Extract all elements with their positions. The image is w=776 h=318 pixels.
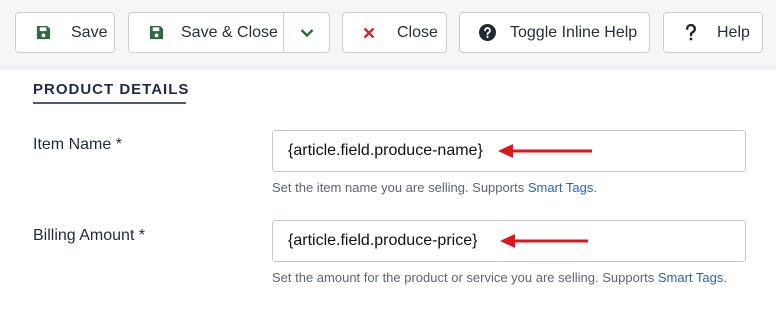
billing-amount-help-text: Set the amount for the product or servic… [272, 270, 658, 285]
section-title-underline [33, 102, 186, 104]
toolbar: Save Save & Close Close Toggle Inline He… [0, 0, 776, 66]
toggle-inline-help-button[interactable]: Toggle Inline Help [459, 12, 650, 53]
save-button[interactable]: Save [15, 12, 115, 53]
annotation-arrow-icon [500, 234, 588, 248]
save-close-button[interactable]: Save & Close [129, 13, 283, 52]
toggle-inline-help-label: Toggle Inline Help [510, 23, 638, 41]
item-name-help: Set the item name you are selling. Suppo… [272, 177, 742, 198]
close-button[interactable]: Close [342, 12, 447, 53]
item-name-value: {article.field.produce-name} [288, 142, 483, 159]
save-options-dropdown-button[interactable] [283, 13, 329, 52]
x-icon [363, 27, 375, 39]
item-name-help-text: Set the item name you are selling. Suppo… [272, 180, 528, 195]
save-close-button-group: Save & Close [128, 12, 330, 53]
billing-amount-label: Billing Amount * [33, 227, 146, 244]
billing-amount-smart-tags-link[interactable]: Smart Tags [658, 270, 724, 285]
toolbar-shadow [0, 66, 776, 72]
close-button-label: Close [397, 23, 438, 41]
help-button[interactable]: Help [663, 12, 763, 53]
help-button-label: Help [717, 23, 750, 41]
save-close-button-label: Save & Close [181, 23, 278, 41]
billing-amount-help-suffix: . [723, 270, 728, 285]
annotation-arrow-icon [498, 144, 592, 158]
item-name-help-suffix: . [593, 180, 597, 195]
billing-amount-value: {article.field.produce-price} [288, 232, 478, 249]
item-name-label: Item Name * [33, 136, 122, 153]
floppy-disk-icon [36, 25, 51, 40]
section-title: PRODUCT DETAILS [33, 81, 190, 98]
billing-amount-help: Set the amount for the product or servic… [272, 267, 742, 288]
save-button-label: Save [71, 23, 108, 41]
question-circle-icon [479, 24, 496, 41]
question-mark-icon [685, 24, 697, 41]
item-name-smart-tags-link[interactable]: Smart Tags [528, 180, 594, 195]
floppy-disk-icon [149, 25, 164, 40]
chevron-down-icon [300, 28, 314, 38]
